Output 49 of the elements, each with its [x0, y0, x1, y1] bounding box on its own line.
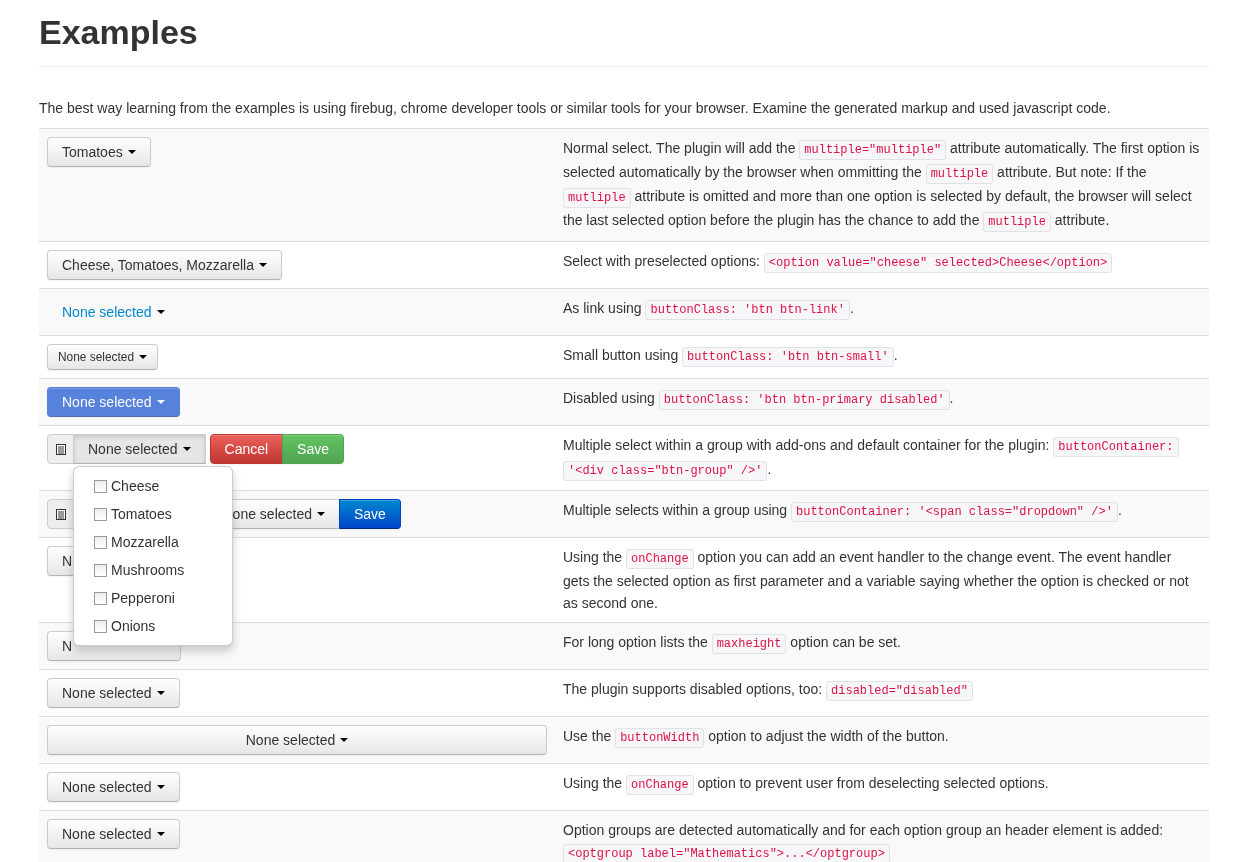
multiselect-button[interactable]: None selected: [47, 678, 180, 708]
checkbox[interactable]: [94, 619, 107, 633]
cancel-button[interactable]: Cancel: [209, 434, 284, 464]
description: Using the onChange option to prevent user from deselecting selected options.: [563, 772, 1201, 796]
multiselect-button[interactable]: None selected: [47, 819, 180, 849]
multiselect-button[interactable]: Cheese, Tomatoes, Mozzarella: [47, 250, 282, 280]
checkbox[interactable]: [94, 479, 107, 493]
caret-icon: [340, 738, 349, 742]
page-title: Examples: [39, 12, 199, 53]
checkbox[interactable]: [94, 591, 107, 605]
dropdown-option[interactable]: Tomatoes: [74, 500, 232, 528]
caret-icon: [156, 832, 165, 836]
checkbox[interactable]: [94, 535, 107, 549]
multiselect-button[interactable]: Tomatoes: [47, 137, 151, 167]
dropdown-option[interactable]: Cheese: [74, 472, 232, 500]
caret-icon: [139, 355, 148, 359]
description: Using the onChange option you can add an event handler to the change event. The event handler gets the selected option as first parameter and a variable saying whether the option is checked or not as second one.: [563, 548, 1190, 613]
caret-icon: [317, 512, 325, 516]
multiselect-link[interactable]: None selected: [47, 297, 180, 327]
dropdown-option[interactable]: Mushrooms: [74, 556, 232, 584]
description: Small button using buttonClass: 'btn btn-small' .: [563, 344, 1201, 368]
description: Use the buttonWidth option to adjust the width of the button.: [563, 725, 1201, 749]
description: The plugin supports disabled options, too: disabled="disabled": [563, 678, 1201, 702]
intro-text: The best way learning from the examples is using firebug, chrome developer tools or similar tools for your browser. Examine the generated markup and used javascript code.: [39, 99, 1112, 118]
caret-icon: [258, 263, 267, 267]
caret-icon: [182, 447, 191, 451]
save-button[interactable]: Save: [339, 499, 401, 529]
description: Multiple selects within a group using buttonContainer: '<span class="dropdown" />' .: [563, 499, 1201, 523]
caret-icon: [156, 310, 165, 314]
caret-icon: [127, 150, 136, 154]
caret-icon: [156, 691, 165, 695]
checkbox[interactable]: [94, 507, 107, 521]
dropdown-option[interactable]: Pepperoni: [74, 584, 232, 612]
caret-icon: [156, 785, 165, 789]
multiselect-button[interactable]: None selected: [47, 772, 180, 802]
multiselect-button[interactable]: None selected: [47, 344, 159, 370]
list-icon: [55, 443, 66, 455]
multiselect-button[interactable]: None selected: [47, 725, 547, 755]
dropdown-option[interactable]: Mozzarella: [74, 528, 232, 556]
list-icon: [55, 508, 66, 520]
description: For long option lists the maxheight option can be set.: [563, 631, 1201, 655]
description: Select with preselected options: <option value="cheese" selected>Cheese</option>: [563, 250, 1201, 274]
description: As link using buttonClass: 'btn btn-link' .: [563, 297, 1201, 321]
description: Normal select. The plugin will add the multiple="multiple" attribute automatically. The first option is selected automatically by the browser when ommitting the multiple attribute. But note: If the mutliple attribute is omitted and more than one option is selected by default, the browser will select the last selected option before the plugin has the chance to add the mutliple attribute.: [563, 137, 1201, 233]
multiselect-button[interactable]: None selected: [73, 434, 206, 464]
checkbox[interactable]: [94, 563, 107, 577]
description: Option groups are detected automatically and for each option group an header element is added: <optgroup label="Mathematics">...</optgroup>: [563, 821, 1165, 862]
description: Disabled using buttonClass: 'btn btn-primary disabled' .: [563, 387, 1201, 411]
caret-icon: [156, 400, 165, 404]
